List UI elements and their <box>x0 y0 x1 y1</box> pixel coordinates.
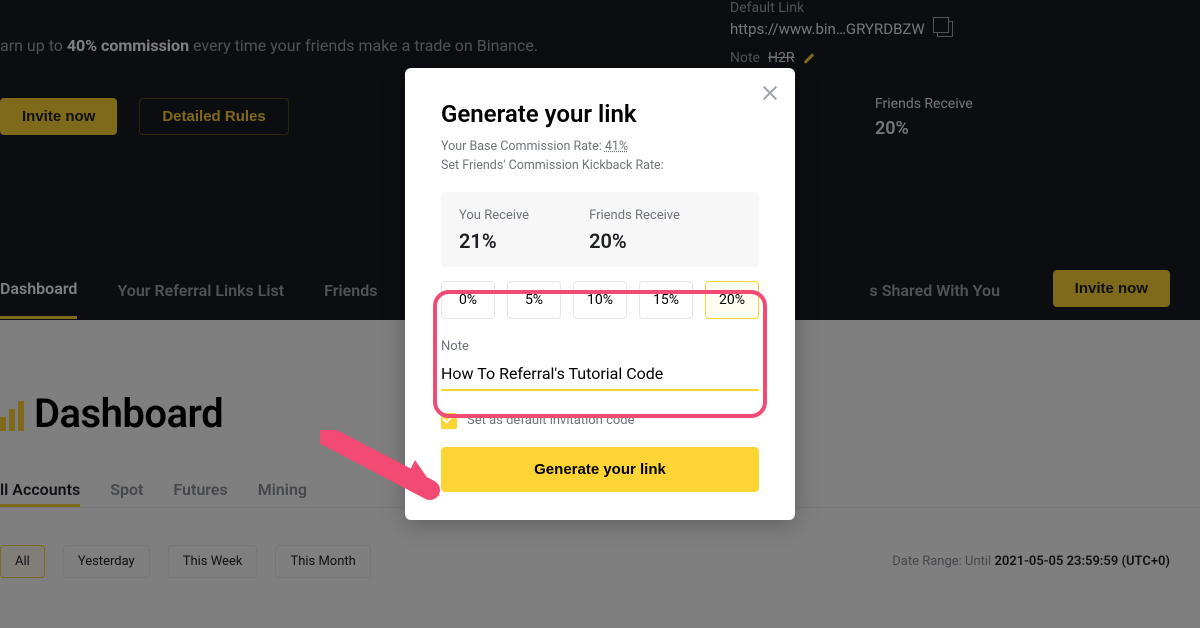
generate-link-button[interactable]: Generate your link <box>441 447 759 492</box>
subtab-spot[interactable]: Spot <box>110 480 143 499</box>
chip-this-week[interactable]: This Week <box>168 545 258 578</box>
kickback-option-0[interactable]: 0% <box>441 281 495 319</box>
close-icon[interactable] <box>759 82 781 104</box>
modal-title: Generate your link <box>441 100 759 128</box>
kickback-option-10[interactable]: 10% <box>573 281 627 319</box>
dashboard-icon <box>0 397 24 431</box>
friends-receive-label: Friends Receive <box>589 208 680 223</box>
ref-note-value: H2R <box>768 50 794 66</box>
kickback-option-15[interactable]: 15% <box>639 281 693 319</box>
ref-note-label: Note <box>730 50 760 66</box>
detailed-rules-button[interactable]: Detailed Rules <box>139 98 288 135</box>
tab-referral-links[interactable]: Your Referral Links List <box>117 263 284 318</box>
invite-now-button[interactable]: Invite now <box>0 98 117 135</box>
page-title: Dashboard <box>34 390 223 437</box>
hero-commission-bold: 40% commission <box>67 36 189 55</box>
date-range-label: Date Range: Until <box>892 554 994 569</box>
default-code-label: Set as default invitation code <box>467 413 635 428</box>
generate-link-modal: Generate your link Your Base Commission … <box>405 68 795 520</box>
kickback-option-20[interactable]: 20% <box>705 281 759 319</box>
default-code-checkbox[interactable] <box>441 413 457 429</box>
chip-yesterday[interactable]: Yesterday <box>63 545 150 578</box>
copy-icon[interactable] <box>937 21 953 37</box>
tab-dashboard[interactable]: Dashboard <box>0 261 77 319</box>
hero-commission-line: arn up to 40% commission every time your… <box>0 36 538 55</box>
subtab-mining[interactable]: Mining <box>258 480 307 499</box>
date-range: Date Range: Until 2021-05-05 23:59:59 (U… <box>892 554 1170 569</box>
tab-friends[interactable]: Friends <box>324 263 377 318</box>
kickback-option-5[interactable]: 5% <box>507 281 561 319</box>
base-rate-label: Your Base Commission Rate: <box>441 139 602 154</box>
hero-commission-suffix: every time your friends make a trade on … <box>189 36 538 55</box>
you-receive-label: You Receive <box>459 208 529 223</box>
hero-commission-prefix: arn up to <box>0 36 67 55</box>
chip-all[interactable]: All <box>0 545 45 578</box>
note-input[interactable] <box>441 358 759 391</box>
friends-receive-value-bg: 20% <box>875 118 973 139</box>
date-range-value: 2021-05-05 23:59:59 (UTC+0) <box>994 554 1170 569</box>
kickback-label: Set Friends' Commission Kickback Rate: <box>441 158 664 173</box>
default-link-label: Default Link <box>730 0 1200 16</box>
tab-shared-with-you[interactable]: s Shared With You <box>870 263 1001 318</box>
invite-now-button-tabs[interactable]: Invite now <box>1053 270 1170 307</box>
base-rate-value: 41% <box>605 139 628 154</box>
friends-receive-value: 20% <box>589 229 680 253</box>
edit-icon[interactable] <box>802 51 816 65</box>
subtab-all-accounts[interactable]: ll Accounts <box>0 480 80 507</box>
friends-receive-label-bg: Friends Receive <box>875 96 973 112</box>
note-label: Note <box>441 339 759 354</box>
default-link-value: https://www.bin…GRYRDBZW <box>730 20 925 38</box>
chip-this-month[interactable]: This Month <box>275 545 370 578</box>
subtab-futures[interactable]: Futures <box>173 480 227 499</box>
you-receive-value: 21% <box>459 229 529 253</box>
